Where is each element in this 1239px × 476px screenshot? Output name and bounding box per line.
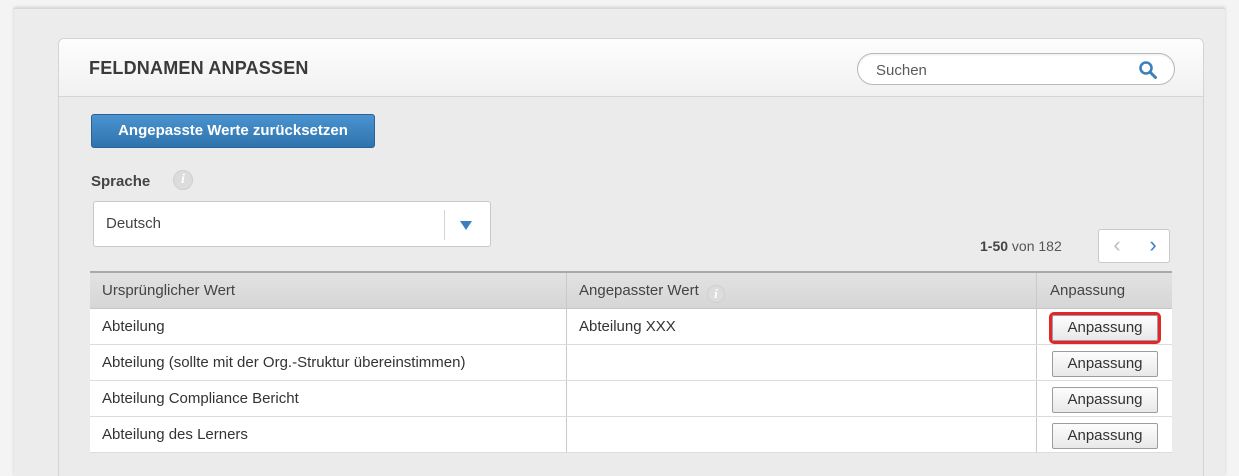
column-divider bbox=[1036, 417, 1037, 452]
original-value-cell: Abteilung bbox=[102, 318, 165, 335]
table-header: Ursprünglicher Wert Angepasster Wert i A… bbox=[90, 273, 1172, 309]
field-names-table: Ursprünglicher Wert Angepasster Wert i A… bbox=[90, 271, 1172, 453]
select-divider bbox=[444, 210, 445, 240]
info-icon[interactable]: i bbox=[173, 170, 193, 190]
pagination-controls: ‹ › bbox=[1098, 229, 1170, 263]
adjust-button[interactable]: Anpassung bbox=[1052, 387, 1158, 413]
pagination-total: von 182 bbox=[1011, 238, 1062, 254]
language-label: Sprache bbox=[91, 173, 151, 190]
search-input[interactable] bbox=[876, 60, 1116, 80]
language-selected-value: Deutsch bbox=[106, 215, 162, 232]
column-header-original[interactable]: Ursprünglicher Wert bbox=[102, 273, 235, 309]
column-header-action: Anpassung bbox=[1050, 282, 1126, 299]
table-row: Abteilung Compliance Bericht Anpassung bbox=[90, 381, 1172, 417]
table-row: Abteilung (sollte mit der Org.-Struktur … bbox=[90, 345, 1172, 381]
column-divider bbox=[1036, 309, 1037, 344]
original-value-cell: Abteilung (sollte mit der Org.-Struktur … bbox=[102, 354, 466, 371]
page-title: FELDNAMEN ANPASSEN bbox=[89, 58, 309, 78]
original-value-cell: Abteilung des Lerners bbox=[102, 426, 248, 443]
table-row: Abteilung des Lerners Anpassung bbox=[90, 417, 1172, 453]
search-icon[interactable] bbox=[1138, 60, 1158, 80]
column-header-custom-label: Angepasster Wert bbox=[579, 282, 699, 299]
field-names-panel: FELDNAMEN ANPASSEN Angepasste Werte zurü… bbox=[58, 38, 1204, 476]
language-select[interactable]: Deutsch bbox=[93, 201, 491, 247]
panel-header: FELDNAMEN ANPASSEN bbox=[59, 39, 1203, 97]
adjust-button[interactable]: Anpassung bbox=[1052, 423, 1158, 449]
custom-value-cell: Abteilung XXX bbox=[579, 318, 676, 335]
table-row: Abteilung Abteilung XXX Anpassung bbox=[90, 309, 1172, 345]
column-divider bbox=[566, 417, 567, 452]
column-header-custom[interactable]: Angepasster Wert i bbox=[579, 273, 725, 309]
column-divider bbox=[566, 273, 567, 308]
adjust-button[interactable]: Anpassung bbox=[1049, 312, 1161, 344]
next-page-button[interactable]: › bbox=[1135, 230, 1171, 262]
info-icon[interactable]: i bbox=[706, 285, 725, 303]
column-divider bbox=[1036, 381, 1037, 416]
original-value-cell: Abteilung Compliance Bericht bbox=[102, 390, 299, 407]
column-divider bbox=[1036, 273, 1037, 308]
search-box[interactable] bbox=[857, 53, 1175, 85]
column-divider bbox=[566, 345, 567, 380]
reset-values-button[interactable]: Angepasste Werte zurücksetzen bbox=[91, 114, 375, 148]
column-divider bbox=[566, 381, 567, 416]
pagination-range: 1-50 bbox=[980, 238, 1009, 254]
pagination-info: 1-50 von 182 bbox=[980, 238, 1062, 254]
previous-page-button[interactable]: ‹ bbox=[1099, 230, 1135, 262]
column-divider bbox=[1036, 345, 1037, 380]
column-divider bbox=[566, 309, 567, 344]
adjust-button[interactable]: Anpassung bbox=[1052, 351, 1158, 377]
chevron-down-icon[interactable] bbox=[460, 221, 472, 230]
